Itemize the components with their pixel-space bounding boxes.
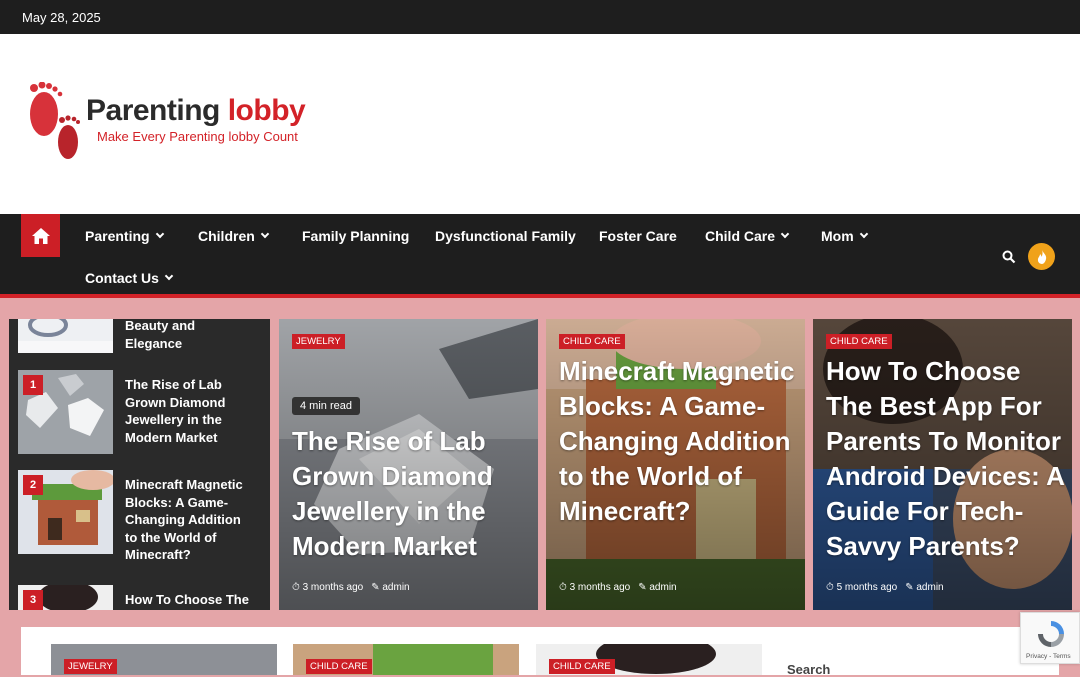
- top-bar: May 28, 2025: [0, 0, 1080, 34]
- featured-card-diamond[interactable]: JEWELRY 4 min read The Rise of Lab Grown…: [279, 319, 538, 610]
- nav-mom[interactable]: Mom: [821, 228, 868, 244]
- diamond-thumbnail: 1: [18, 370, 113, 454]
- list-item[interactable]: 1 The Rise of Lab Grown Diamond Jeweller…: [18, 370, 268, 460]
- post-meta: ⏱ 3 months ago ✎ admin: [559, 582, 677, 593]
- featured-title[interactable]: Minecraft Magnetic Blocks: A Game-Changi…: [559, 354, 799, 529]
- site-tagline: Make Every Parenting lobby Count: [97, 129, 298, 144]
- category-badge[interactable]: CHILD CARE: [559, 334, 625, 349]
- trending-button[interactable]: [1028, 243, 1055, 270]
- nav-family-planning[interactable]: Family Planning: [302, 228, 409, 244]
- ring-thumbnail[interactable]: [18, 319, 113, 353]
- main-navigation: Parenting Children Family Planning Dysfu…: [0, 214, 1080, 298]
- bottom-card[interactable]: CHILD CARE: [293, 644, 519, 675]
- post-meta: ⏱ 3 months ago ✎ admin: [292, 582, 410, 593]
- parents-app-thumbnail: 3: [18, 585, 113, 610]
- current-date: May 28, 2025: [22, 10, 101, 25]
- sidebar-item-title[interactable]: How To Choose The Best App For: [125, 591, 255, 610]
- category-badge[interactable]: CHILD CARE: [826, 334, 892, 349]
- chevron-down-icon: [260, 229, 270, 239]
- read-time-badge: 4 min read: [292, 397, 360, 415]
- chevron-down-icon: [780, 229, 790, 239]
- category-badge[interactable]: JEWELRY: [292, 334, 345, 349]
- featured-title[interactable]: The Rise of Lab Grown Diamond Jewellery …: [292, 424, 532, 564]
- nav-children[interactable]: Children: [198, 228, 270, 244]
- author-icon[interactable]: ✎ admin: [638, 582, 676, 593]
- home-icon: [31, 227, 50, 244]
- site-title: Parenting lobby: [86, 94, 306, 127]
- rank-badge: 3: [23, 590, 43, 610]
- site-logo[interactable]: Parenting lobby Make Every Parenting lob…: [22, 82, 322, 172]
- chevron-down-icon: [859, 229, 868, 239]
- featured-card-parents-app[interactable]: CHILD CARE How To Choose The Best App Fo…: [813, 319, 1072, 610]
- nav-parenting[interactable]: Parenting: [85, 228, 164, 244]
- site-header: Parenting lobby Make Every Parenting lob…: [0, 34, 1080, 214]
- nav-contact-us[interactable]: Contact Us: [85, 270, 174, 286]
- recaptcha-icon: [1038, 621, 1064, 647]
- bottom-card[interactable]: CHILD CARE: [536, 644, 762, 675]
- chevron-down-icon: [155, 229, 164, 239]
- featured-title[interactable]: How To Choose The Best App For Parents T…: [826, 354, 1066, 564]
- clock-icon: ⏱ 5 months ago: [826, 582, 898, 593]
- home-button[interactable]: [21, 214, 60, 257]
- author-icon[interactable]: ✎ admin: [371, 582, 409, 593]
- minecraft-thumbnail: 2: [18, 470, 113, 554]
- footprints-icon: [30, 82, 80, 159]
- ring-image: [18, 319, 113, 353]
- chevron-down-icon: [164, 271, 174, 281]
- featured-card-minecraft[interactable]: CHILD CARE Minecraft Magnetic Blocks: A …: [546, 319, 805, 610]
- rank-badge: 2: [23, 475, 43, 495]
- list-item[interactable]: 2 Minecraft Magnetic Blocks: A Game-Chan…: [18, 470, 268, 562]
- category-badge[interactable]: CHILD CARE: [549, 659, 615, 674]
- sidebar-partial-title[interactable]: Beauty and Elegance: [125, 319, 245, 353]
- bottom-card[interactable]: JEWELRY: [51, 644, 277, 675]
- trending-sidebar: Beauty and Elegance 1 The Rise of Lab Gr…: [9, 319, 270, 610]
- author-icon[interactable]: ✎ admin: [905, 582, 943, 593]
- sidebar-item-title[interactable]: Minecraft Magnetic Blocks: A Game-Changi…: [125, 476, 255, 564]
- fire-icon: [1037, 249, 1046, 264]
- recaptcha-badge[interactable]: Privacy - Terms: [1020, 612, 1080, 664]
- search-icon[interactable]: [1002, 250, 1016, 264]
- category-badge[interactable]: CHILD CARE: [306, 659, 372, 674]
- clock-icon: ⏱ 3 months ago: [559, 582, 631, 593]
- sidebar-item-title[interactable]: The Rise of Lab Grown Diamond Jewellery …: [125, 376, 255, 446]
- recaptcha-links[interactable]: Privacy - Terms: [1026, 653, 1071, 660]
- list-item[interactable]: 3 How To Choose The Best App For: [18, 585, 268, 610]
- nav-dysfunctional-family[interactable]: Dysfunctional Family: [435, 228, 576, 244]
- nav-child-care[interactable]: Child Care: [705, 228, 790, 244]
- post-meta: ⏱ 5 months ago ✎ admin: [826, 582, 944, 593]
- category-badge[interactable]: JEWELRY: [64, 659, 117, 674]
- nav-foster-care[interactable]: Foster Care: [599, 228, 677, 244]
- rank-badge: 1: [23, 375, 43, 395]
- clock-icon: ⏱ 3 months ago: [292, 582, 364, 593]
